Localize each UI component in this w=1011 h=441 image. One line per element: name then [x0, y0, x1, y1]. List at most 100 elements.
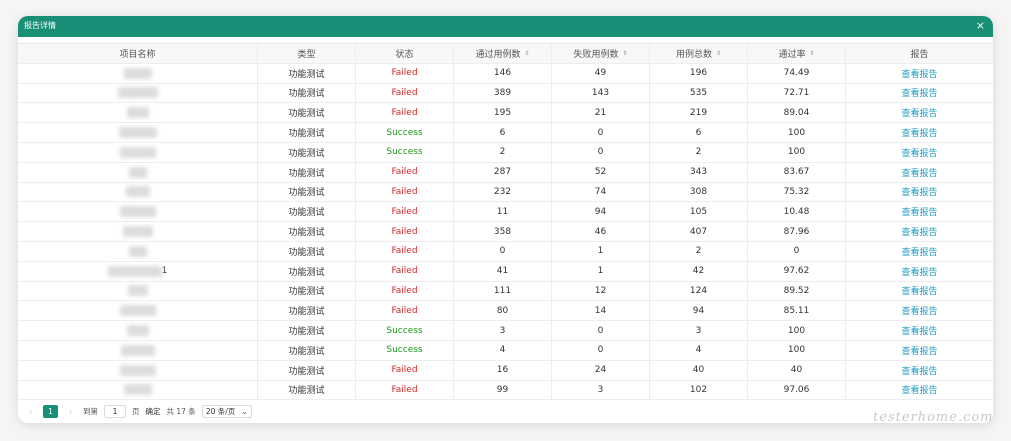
view-report-link[interactable]: 查看报告	[901, 67, 937, 80]
cell-rate: 100	[748, 340, 846, 360]
view-report-link[interactable]: 查看报告	[901, 265, 937, 278]
view-report-link[interactable]: 查看报告	[901, 106, 937, 119]
cell-pass: 3	[454, 321, 552, 340]
cell-report[interactable]: 查看报告	[846, 282, 993, 301]
cell-report[interactable]: 查看报告	[846, 341, 993, 360]
cell-report[interactable]: 查看报告	[846, 321, 993, 340]
cell-status: Failed	[356, 301, 454, 321]
cell-value: 6	[695, 127, 702, 138]
page-size-select[interactable]: 20 条/页 ⌄	[201, 404, 252, 418]
next-page-icon[interactable]: ›	[64, 405, 77, 418]
column-header-fail[interactable]: 失败用例数 ⇕	[552, 44, 650, 63]
goto-page-input[interactable]: 1	[104, 404, 126, 418]
view-report-link[interactable]: 查看报告	[901, 185, 937, 198]
cell-report[interactable]: 查看报告	[846, 84, 993, 103]
cell-value: 功能测试	[288, 109, 325, 120]
cell-fail: 0	[552, 142, 650, 162]
total-count: 共 17 条	[166, 406, 196, 416]
status-badge: Failed	[391, 365, 418, 376]
cell-pass: 195	[454, 103, 552, 123]
cell-name	[18, 63, 258, 83]
table-row: 功能测试 Success 2 0 2 100 查看报告	[18, 142, 993, 163]
sort-icon[interactable]: ⇕	[622, 50, 627, 57]
view-report-link[interactable]: 查看报告	[901, 146, 937, 159]
status-badge: Failed	[391, 226, 418, 237]
cell-name	[18, 241, 258, 261]
cell-report[interactable]: 查看报告	[846, 381, 993, 400]
chevron-down-icon: ⌄	[241, 406, 248, 416]
cell-report[interactable]: 查看报告	[846, 143, 993, 162]
cell-report[interactable]: 查看报告	[846, 242, 993, 261]
cell-status: Failed	[356, 380, 454, 400]
view-report-link[interactable]: 查看报告	[901, 364, 937, 377]
column-header-total[interactable]: 用例总数 ⇕	[650, 44, 748, 63]
view-report-link[interactable]: 查看报告	[901, 383, 937, 396]
cell-type: 功能测试	[258, 83, 356, 103]
cell-type: 功能测试	[258, 103, 356, 123]
view-report-link[interactable]: 查看报告	[901, 205, 937, 218]
table-row: 功能测试 Failed 146 49 196 74.49 查看报告	[18, 63, 993, 84]
table-row: 功能测试 Failed 287 52 343 83.67 查看报告	[18, 162, 993, 183]
view-report-link[interactable]: 查看报告	[901, 245, 937, 258]
cell-value: 97.62	[783, 266, 810, 277]
view-report-link[interactable]: 查看报告	[901, 225, 937, 238]
cell-value: 358	[493, 226, 512, 237]
column-header-rate[interactable]: 通过率 ⇕	[748, 44, 846, 63]
status-badge: Failed	[391, 305, 418, 316]
page-number-current[interactable]: 1	[43, 404, 58, 418]
table-row: 功能测试 Failed 99 3 102 97.06 查看报告	[18, 380, 993, 401]
cell-rate: 97.06	[748, 380, 846, 400]
cell-rate: 89.52	[748, 281, 846, 301]
cell-value: 6	[499, 127, 506, 138]
status-badge: Failed	[391, 167, 418, 178]
cell-report[interactable]: 查看报告	[846, 183, 993, 202]
cell-pass: 2	[454, 142, 552, 162]
view-report-link[interactable]: 查看报告	[901, 126, 937, 139]
cell-value: 124	[689, 285, 708, 296]
cell-value: 94	[594, 206, 607, 217]
cell-total: 308	[650, 182, 748, 202]
view-report-link[interactable]: 查看报告	[901, 344, 937, 357]
redacted-project-name	[119, 206, 156, 218]
cell-report[interactable]: 查看报告	[846, 222, 993, 241]
close-icon[interactable]: ×	[976, 19, 985, 32]
view-report-link[interactable]: 查看报告	[901, 304, 937, 317]
view-report-link[interactable]: 查看报告	[901, 284, 937, 297]
cell-status: Success	[356, 142, 454, 162]
cell-status: Failed	[356, 103, 454, 123]
sort-icon[interactable]: ⇕	[524, 50, 529, 57]
cell-report[interactable]: 查看报告	[846, 64, 993, 83]
cell-value: 219	[689, 107, 708, 118]
confirm-button[interactable]: 确定	[146, 406, 161, 417]
cell-value: 功能测试	[288, 346, 325, 357]
dialog-header: 报告详情 ×	[18, 16, 993, 37]
cell-value: 0	[597, 325, 604, 336]
column-header-pass[interactable]: 通过用例数 ⇕	[454, 44, 552, 63]
cell-value: 99	[496, 384, 509, 395]
prev-page-icon[interactable]: ‹	[24, 405, 37, 418]
cell-report[interactable]: 查看报告	[846, 262, 993, 281]
cell-report[interactable]: 查看报告	[846, 202, 993, 221]
cell-report[interactable]: 查看报告	[846, 123, 993, 142]
cell-rate: 72.71	[748, 83, 846, 103]
cell-value: 1	[597, 246, 604, 257]
cell-report[interactable]: 查看报告	[846, 361, 993, 380]
cell-report[interactable]: 查看报告	[846, 103, 993, 122]
cell-value: 52	[594, 167, 607, 178]
cell-type: 功能测试	[258, 360, 356, 380]
cell-value: 102	[689, 384, 708, 395]
sort-icon[interactable]: ⇕	[716, 50, 721, 57]
cell-total: 2	[650, 241, 748, 261]
sort-icon[interactable]: ⇕	[809, 50, 814, 57]
cell-pass: 232	[454, 182, 552, 202]
cell-value: 195	[493, 107, 512, 118]
view-report-link[interactable]: 查看报告	[901, 86, 937, 99]
cell-report[interactable]: 查看报告	[846, 301, 993, 320]
view-report-link[interactable]: 查看报告	[901, 166, 937, 179]
cell-value: 72.71	[783, 87, 810, 98]
view-report-link[interactable]: 查看报告	[901, 324, 937, 337]
cell-report[interactable]: 查看报告	[846, 163, 993, 182]
cell-total: 94	[650, 301, 748, 321]
cell-status: Failed	[356, 182, 454, 202]
column-header-label: 通过率	[778, 49, 806, 60]
